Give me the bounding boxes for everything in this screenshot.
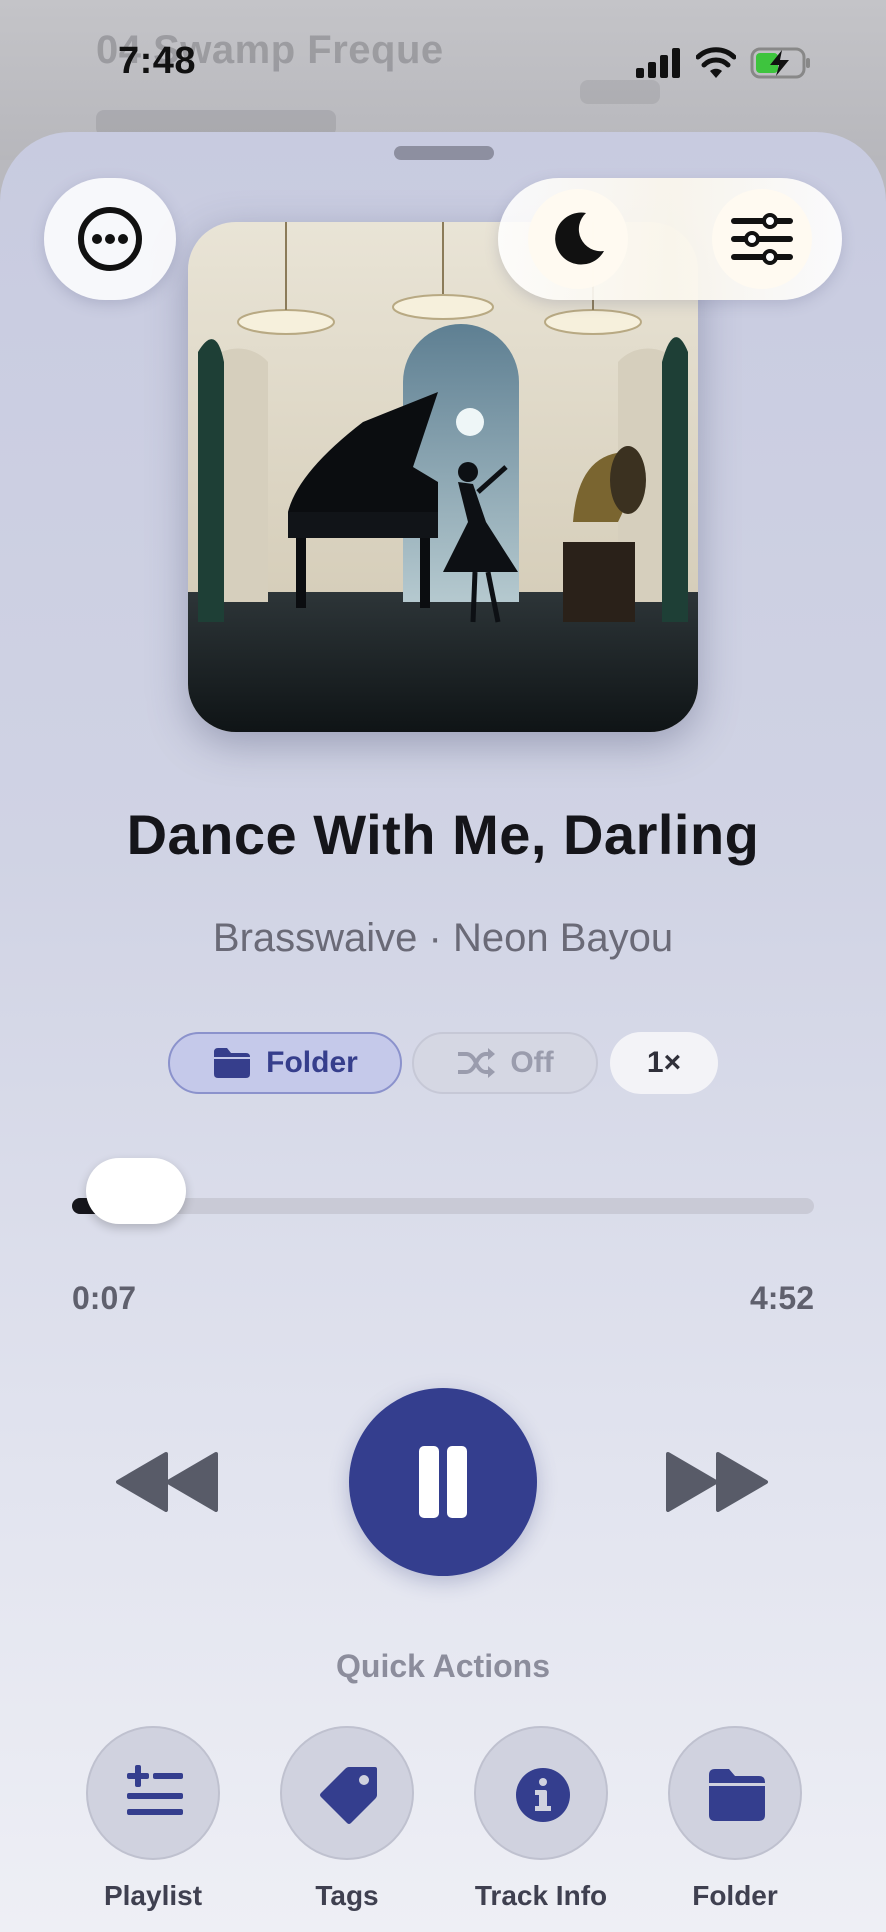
pause-icon [447,1446,467,1518]
pause-icon [419,1446,439,1518]
shuffle-chip-label: Off [510,1046,554,1079]
cellular-signal-icon [636,48,680,78]
sliders-icon [731,213,793,265]
info-icon [516,1768,570,1822]
now-playing-sheet: Dance With Me, Darling Brasswaive · Neon… [0,132,886,1932]
playlist-add-icon [127,1765,183,1815]
fast-forward-icon[interactable] [666,1452,770,1512]
battery-charging-icon [750,47,810,79]
quick-action-tags[interactable]: Tags [280,1726,414,1912]
quick-action-playlist-label: Playlist [103,1880,203,1911]
quick-action-folder[interactable]: Folder [668,1726,802,1912]
folder-icon [214,1048,251,1078]
sleep-timer-button[interactable] [528,189,628,289]
elapsed-time: 0:07 [72,1280,137,1316]
status-bar: 7:48 [0,0,886,130]
sheet-grabber[interactable] [394,146,494,160]
quick-action-tags-label: Tags [315,1880,379,1911]
ellipsis-icon [78,207,142,271]
pause-button[interactable] [349,1388,537,1576]
playback-speed-chip[interactable]: 1× [610,1032,718,1094]
moon-icon [555,212,604,265]
quick-action-tags-button[interactable] [280,1726,414,1860]
folder-icon [709,1769,765,1821]
progress-thumb[interactable] [86,1158,186,1224]
folder-chip-label: Folder [266,1046,358,1079]
quick-action-folder-button[interactable] [668,1726,802,1860]
more-options-button[interactable] [44,178,176,300]
progress-slider[interactable] [72,1158,814,1224]
wifi-icon [696,47,736,78]
rewind-icon[interactable] [116,1452,220,1512]
quick-action-playlist-button[interactable] [86,1726,220,1860]
speed-chip-label: 1× [646,1046,682,1079]
shuffle-chip[interactable]: Off [412,1032,598,1094]
total-duration: 4:52 [749,1280,814,1316]
quick-action-playlist[interactable]: Playlist [86,1726,220,1912]
quick-action-folder-label: Folder [692,1880,778,1911]
equalizer-settings-button[interactable] [712,189,812,289]
quick-action-track-info-button[interactable] [474,1726,608,1860]
status-time: 7:48 [118,40,197,82]
quick-action-track-info[interactable]: Track Info [474,1726,608,1912]
quick-actions-heading: Quick Actions [336,1648,550,1684]
track-artist-album[interactable]: Brasswaive · Neon Bayou [0,916,886,961]
track-title: Dance With Me, Darling [126,803,760,866]
folder-mode-chip[interactable]: Folder [168,1032,402,1094]
tag-icon [320,1767,377,1824]
shuffle-icon [458,1048,496,1078]
top-right-controls [498,178,842,300]
quick-action-track-info-label: Track Info [474,1880,608,1911]
